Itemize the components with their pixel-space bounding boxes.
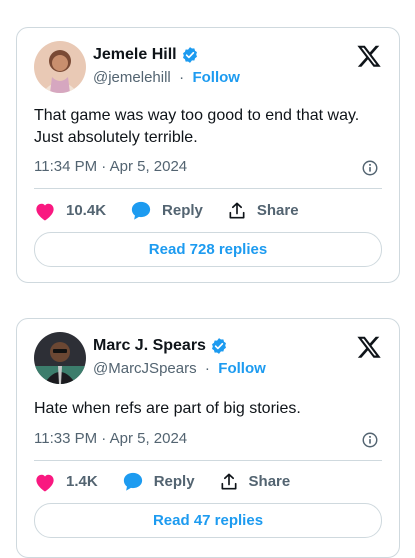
read-replies-button[interactable]: Read 47 replies	[34, 503, 382, 538]
like-count: 10.4K	[66, 202, 107, 219]
author-name[interactable]: Jemele Hill	[93, 46, 177, 64]
timestamp[interactable]: 11:33 PM · Apr 5, 2024	[34, 430, 187, 447]
tweet-text: Hate when refs are part of big stories.	[34, 398, 379, 420]
tweet-card[interactable]: Marc J. Spears @MarcJSpears · Follow Hat…	[16, 318, 400, 558]
reply-bubble-icon	[131, 201, 151, 220]
tweet-text: That game was way too good to end that w…	[34, 105, 379, 149]
tweet-text-line: That game was way too good to end that w…	[34, 107, 360, 124]
info-icon[interactable]	[361, 159, 379, 177]
share-button[interactable]: Share	[227, 201, 299, 221]
like-button[interactable]: 1.4K	[34, 472, 98, 492]
avatar[interactable]	[34, 41, 86, 93]
share-button[interactable]: Share	[219, 472, 291, 492]
divider	[34, 188, 382, 189]
info-icon[interactable]	[361, 431, 379, 449]
tweet-card[interactable]: Jemele Hill @jemelehill · Follow That ga…	[16, 27, 400, 283]
avatar[interactable]	[34, 332, 86, 384]
separator-dot: ·	[174, 69, 189, 86]
reply-button[interactable]: Reply	[130, 200, 203, 221]
action-bar: 10.4K Reply Share	[34, 200, 323, 221]
share-icon	[221, 473, 237, 489]
share-icon	[229, 202, 245, 218]
separator-dot: ·	[200, 360, 215, 377]
follow-button[interactable]: Follow	[218, 360, 266, 377]
tweet-text-line: Just absolutely terrible.	[34, 129, 198, 146]
divider	[34, 460, 382, 461]
tweet-text-line: Hate when refs are part of big stories.	[34, 400, 301, 417]
x-logo-icon[interactable]	[356, 334, 382, 360]
like-count: 1.4K	[66, 473, 98, 490]
reply-button[interactable]: Reply	[122, 471, 195, 492]
author-name[interactable]: Marc J. Spears	[93, 337, 206, 355]
follow-button[interactable]: Follow	[192, 69, 240, 86]
heart-icon	[36, 203, 54, 221]
author-handle[interactable]: @jemelehill	[93, 69, 171, 86]
verified-badge-icon	[182, 47, 197, 63]
like-button[interactable]: 10.4K	[34, 201, 106, 221]
share-label: Share	[256, 202, 299, 219]
read-replies-button[interactable]: Read 728 replies	[34, 232, 382, 267]
verified-badge-icon	[211, 338, 226, 354]
action-bar: 1.4K Reply Share	[34, 471, 314, 492]
reply-label: Reply	[153, 473, 195, 490]
reply-bubble-icon	[123, 472, 142, 491]
share-label: Share	[248, 473, 291, 490]
handle-line: @MarcJSpears · Follow	[93, 360, 266, 377]
reply-label: Reply	[162, 202, 203, 219]
heart-icon	[36, 474, 54, 492]
x-logo-icon[interactable]	[356, 43, 382, 69]
timestamp[interactable]: 11:34 PM · Apr 5, 2024	[34, 158, 187, 175]
author-handle[interactable]: @MarcJSpears	[93, 360, 197, 377]
handle-line: @jemelehill · Follow	[93, 69, 240, 86]
